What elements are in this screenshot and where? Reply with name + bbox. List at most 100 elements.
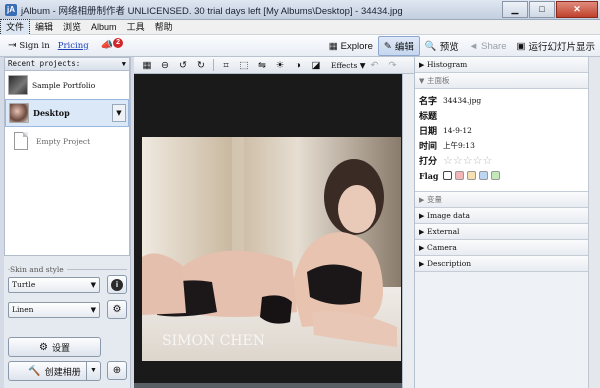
- color-adjust-icon[interactable]: ◪: [310, 60, 322, 71]
- megaphone-icon: 📣: [100, 40, 114, 51]
- project-item-desktop[interactable]: Desktop ▼: [5, 99, 129, 127]
- main-toolbar: ⇥ Sign in Pricing 📣 2 ▦ Explore ✎ 编辑 🔍 预…: [0, 35, 600, 57]
- explore-mode-button[interactable]: ▦ Explore: [324, 36, 378, 56]
- maximize-button[interactable]: □: [529, 1, 555, 18]
- description-label: Description: [427, 259, 472, 268]
- close-button[interactable]: ✕: [556, 1, 598, 18]
- info-panel-scrollbar[interactable]: [588, 57, 600, 388]
- histogram-section[interactable]: ▶ Histogram: [415, 57, 600, 73]
- flag-green-checkbox[interactable]: [491, 171, 500, 180]
- sign-in-label: Sign in: [19, 40, 50, 51]
- project-label: Sample Portfolio: [32, 80, 96, 90]
- flag-blue-checkbox[interactable]: [479, 171, 488, 180]
- flag-key: Flag: [419, 170, 439, 181]
- vertical-scrollbar[interactable]: [402, 74, 414, 388]
- menu-edit[interactable]: 编辑: [30, 20, 58, 35]
- mode-switcher: ▦ Explore ✎ 编辑 🔍 预览 ◄ Share ▣ 运行幻灯片显示: [324, 35, 600, 57]
- rotate-left-icon[interactable]: ↺: [177, 60, 189, 71]
- magnifier-icon: 🔍: [424, 40, 437, 52]
- skin-settings-button[interactable]: ⚙: [107, 300, 127, 319]
- camera-section[interactable]: ▶ Camera: [415, 240, 600, 256]
- crop-icon[interactable]: ⌗: [220, 60, 232, 71]
- menu-album[interactable]: Album: [86, 20, 122, 35]
- menu-tools[interactable]: 工具: [122, 20, 150, 35]
- photo: SIMON CHEN: [142, 137, 401, 361]
- info-row-rating: 打分 ☆☆☆☆☆: [419, 153, 600, 168]
- time-key: 时间: [419, 141, 438, 151]
- info-icon: i: [111, 279, 123, 291]
- brightness-icon[interactable]: ☀: [274, 60, 286, 71]
- rating-stars[interactable]: ☆☆☆☆☆: [443, 154, 492, 167]
- project-label: Desktop: [33, 108, 70, 118]
- style-value: Linen: [12, 305, 34, 314]
- skin-select[interactable]: Turtle ▼: [8, 277, 100, 293]
- resize-icon[interactable]: ⬚: [238, 60, 250, 71]
- zoom-button[interactable]: ⊕: [107, 361, 127, 380]
- edit-mode-button[interactable]: ✎ 编辑: [377, 36, 420, 56]
- flag-yellow-checkbox[interactable]: [467, 171, 476, 180]
- horizontal-scrollbar[interactable]: [134, 383, 402, 388]
- name-key: 名字: [419, 96, 438, 106]
- flag-red-checkbox[interactable]: [455, 171, 464, 180]
- image-data-label: Image data: [427, 211, 470, 220]
- straighten-icon[interactable]: ⇋: [256, 60, 268, 71]
- skin-value: Turtle: [12, 280, 36, 289]
- image-editor: ▦ ⊖ ↺ ↻ ⌗ ⬚ ⇋ ☀ ◑ ◪ Effects ▼ ↶ ↷ SIMON …: [134, 57, 414, 388]
- title-key: 标题: [419, 111, 438, 121]
- info-row-date: 日期 14-9-12: [419, 123, 600, 138]
- chevron-right-icon: ▶: [419, 212, 425, 220]
- chevron-right-icon: ▶: [419, 61, 425, 69]
- image-data-section[interactable]: ▶ Image data: [415, 208, 600, 224]
- app-icon: jA: [5, 3, 17, 16]
- rotate-right-icon[interactable]: ↻: [195, 60, 207, 71]
- preview-mode-button[interactable]: 🔍 预览: [420, 36, 464, 56]
- project-item-empty[interactable]: Empty Project: [5, 127, 129, 155]
- menu-browse[interactable]: 浏览: [58, 20, 86, 35]
- recent-projects-header[interactable]: Recent projects: ▼: [4, 57, 130, 71]
- notifications-button[interactable]: 📣 2: [100, 37, 124, 51]
- redo-icon[interactable]: ↷: [386, 60, 398, 71]
- menu-file[interactable]: 文件: [0, 18, 31, 36]
- minimize-button[interactable]: ▁: [502, 1, 528, 18]
- variables-label: 变量: [427, 195, 442, 204]
- skin-style-label: Skin and style: [10, 265, 67, 274]
- project-item-sample-portfolio[interactable]: Sample Portfolio: [5, 71, 129, 99]
- chevron-right-icon: ▶: [419, 244, 425, 252]
- zoom-icon: ⊕: [112, 365, 122, 376]
- slideshow-button[interactable]: ▣ 运行幻灯片显示: [512, 36, 600, 56]
- create-album-menu[interactable]: ▼: [86, 362, 100, 380]
- thumbnails-grid-icon[interactable]: ▦: [141, 60, 153, 71]
- project-menu-button[interactable]: ▼: [112, 104, 126, 122]
- undo-icon[interactable]: ↶: [368, 60, 380, 71]
- main-panel-section[interactable]: ▼ 主面板: [415, 73, 600, 89]
- project-thumbnail: [8, 75, 28, 95]
- main-panel-label: 主面板: [427, 76, 450, 85]
- chevron-down-icon: ▼: [419, 77, 425, 85]
- menu-help[interactable]: 帮助: [150, 20, 178, 35]
- pricing-link[interactable]: Pricing: [58, 41, 89, 51]
- settings-button[interactable]: ⚙ 设置: [8, 337, 101, 357]
- effects-label: Effects: [331, 60, 358, 70]
- flag-none-checkbox[interactable]: [443, 171, 452, 180]
- contrast-icon[interactable]: ◑: [292, 60, 304, 71]
- create-album-button[interactable]: 🔨 创建相册 ▼: [8, 361, 101, 381]
- description-section[interactable]: ▶ Description: [415, 256, 600, 272]
- external-section[interactable]: ▶ External: [415, 224, 600, 240]
- document-icon: [14, 132, 28, 150]
- style-select[interactable]: Linen ▼: [8, 302, 100, 318]
- skin-info-button[interactable]: i: [107, 275, 127, 294]
- effects-menu[interactable]: Effects ▼: [331, 61, 365, 70]
- chevron-down-icon: ▼: [121, 60, 126, 68]
- camera-label: Camera: [427, 243, 457, 252]
- sign-in-link[interactable]: ⇥ Sign in: [8, 40, 50, 51]
- variables-section[interactable]: ▶ 变量: [415, 192, 600, 208]
- play-icon: ▣: [516, 40, 526, 52]
- project-panel: Recent projects: ▼ Sample Portfolio Desk…: [4, 57, 131, 388]
- share-button[interactable]: ◄ Share: [464, 36, 512, 56]
- time-value: 上午9:13: [443, 141, 475, 150]
- name-value[interactable]: 34434.jpg: [443, 96, 481, 105]
- remove-icon[interactable]: ⊖: [159, 60, 171, 71]
- hammer-icon: 🔨: [28, 365, 41, 377]
- recent-projects-label: Recent projects:: [8, 59, 81, 68]
- grid-icon: ▦: [328, 40, 338, 52]
